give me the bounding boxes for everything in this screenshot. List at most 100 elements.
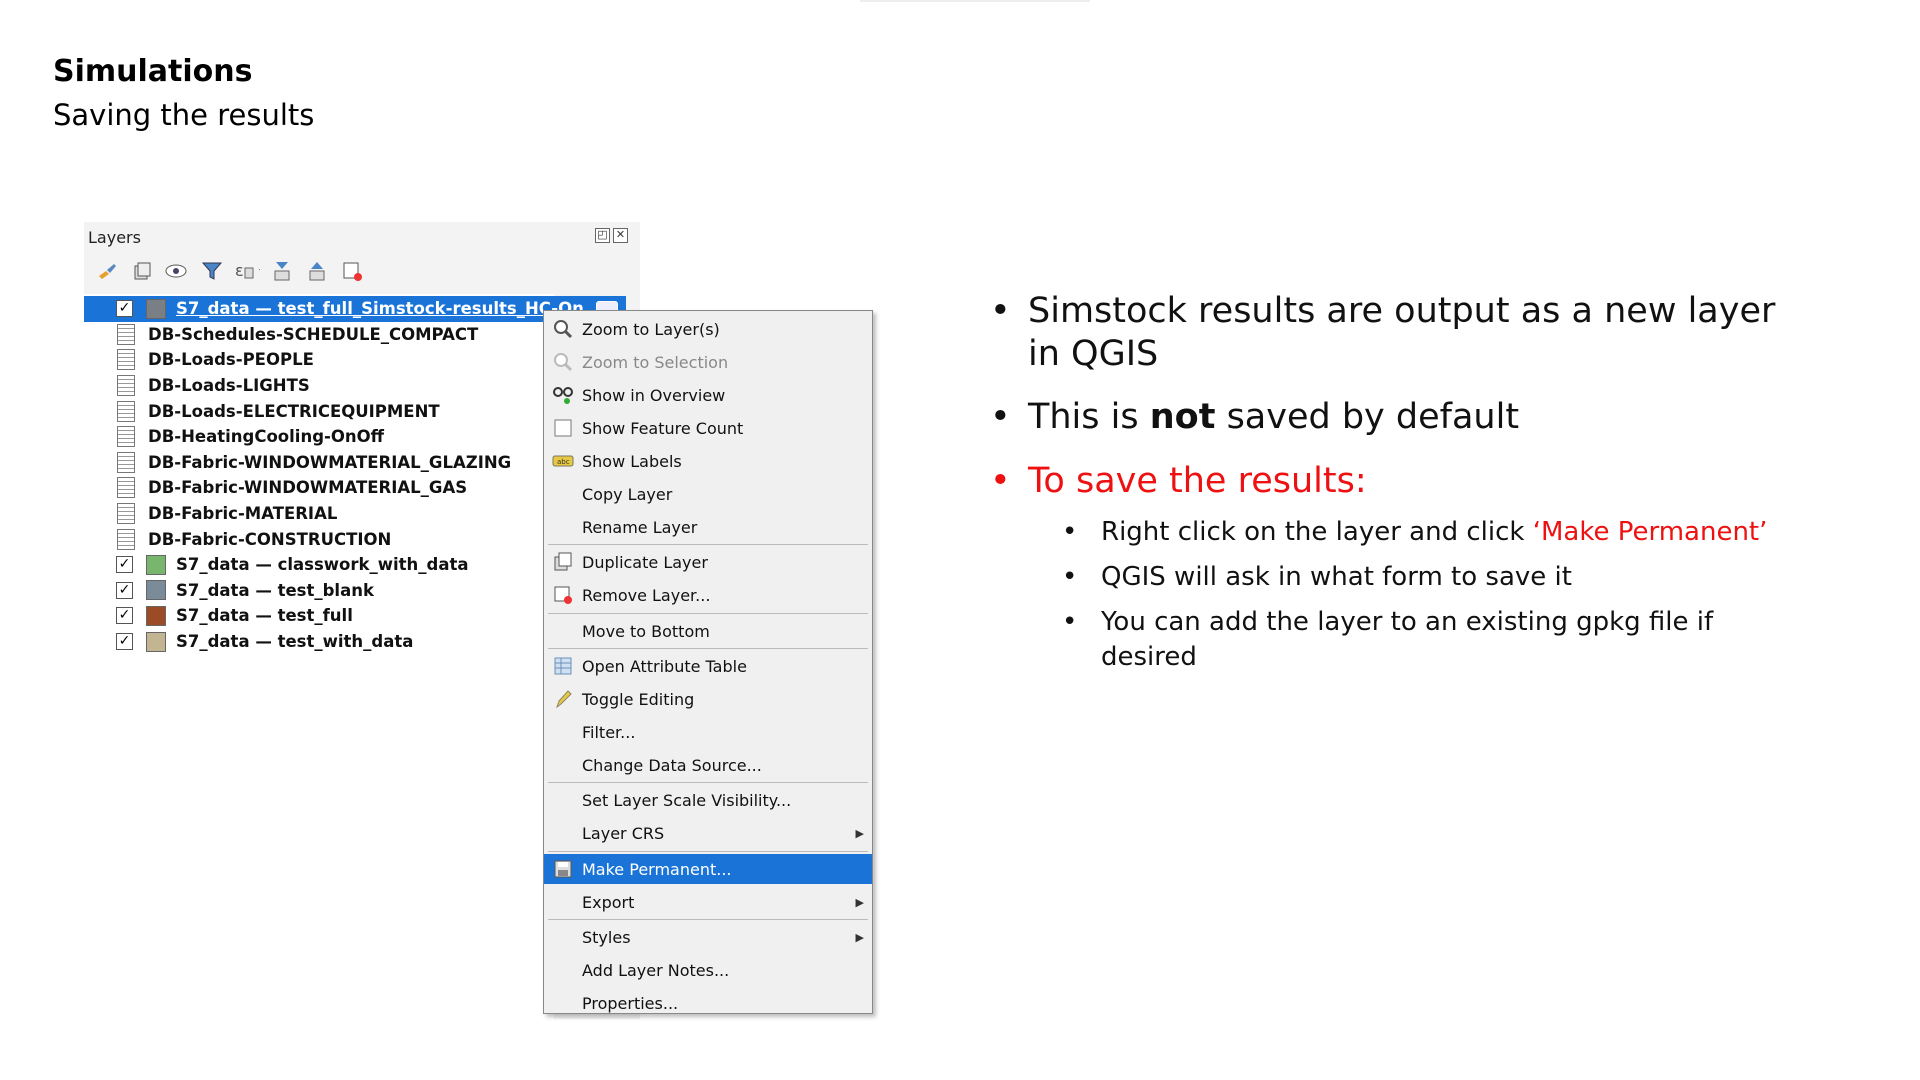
menu-item-filter[interactable]: Filter... [544, 717, 872, 747]
bullet-text-highlight: ‘Make Permanent’ [1532, 517, 1768, 547]
add-group-icon[interactable] [129, 259, 155, 283]
layer-name: DB-Fabric-WINDOWMATERIAL_GLAZING [148, 452, 512, 472]
layer-symbol [146, 605, 166, 626]
layer-name: S7_data — test_full_Simstock-results_HC-… [176, 299, 584, 319]
slide-subtitle: Saving the results [53, 98, 315, 132]
collapse-all-icon[interactable] [304, 259, 330, 283]
layer-name: S7_data — test_full [176, 606, 353, 626]
bullet-dot: • [990, 291, 1011, 331]
save-icon [552, 859, 574, 879]
table-layer-icon [117, 349, 135, 371]
bullet-dot: • [990, 461, 1011, 501]
layer-symbol [146, 631, 166, 652]
submenu-arrow-icon: ▶ [855, 930, 864, 944]
float-panel-icon[interactable]: ◰ [595, 228, 610, 243]
table-layer-icon [117, 503, 135, 525]
menu-item-show-in-overview[interactable]: Show in Overview [544, 380, 872, 410]
table-layer-icon [117, 477, 135, 499]
menu-item-label: Export [582, 892, 635, 912]
pencil-icon [552, 689, 574, 709]
menu-item-change-data-source[interactable]: Change Data Source... [544, 750, 872, 780]
bullet-item: • This is not saved by default [990, 396, 1519, 439]
menu-item-label: Duplicate Layer [582, 552, 708, 572]
menu-item-toggle-editing[interactable]: Toggle Editing [544, 684, 872, 714]
layer-symbol [146, 554, 166, 575]
menu-item-remove-layer[interactable]: Remove Layer... [544, 580, 872, 610]
layer-name: DB-Fabric-WINDOWMATERIAL_GAS [148, 478, 468, 498]
menu-item-label: Zoom to Selection [582, 352, 729, 372]
menu-item-add-layer-notes[interactable]: Add Layer Notes... [544, 955, 872, 985]
bullet-text: You can add the layer to an existing gpk… [1101, 607, 1714, 672]
layer-name: DB-Loads-ELECTRICEQUIPMENT [148, 401, 440, 421]
menu-item-properties[interactable]: Properties... [544, 988, 872, 1018]
menu-item-label: Remove Layer... [582, 585, 711, 605]
panel-controls: ◰ ✕ [595, 228, 628, 243]
layer-name: DB-Loads-PEOPLE [148, 350, 314, 370]
close-panel-icon[interactable]: ✕ [613, 228, 628, 243]
menu-item-zoom-to-selection[interactable]: Zoom to Selection [544, 347, 872, 377]
layer-checkbox[interactable]: ✓ [116, 581, 133, 599]
table-layer-icon [117, 400, 135, 422]
filter-expression-icon[interactable]: ε [234, 259, 260, 283]
menu-item-label: Set Layer Scale Visibility... [582, 790, 792, 810]
menu-item-export[interactable]: Export ▶ [544, 887, 872, 917]
menu-item-layer-crs[interactable]: Layer CRS ▶ [544, 818, 872, 848]
menu-item-styles[interactable]: Styles ▶ [544, 922, 872, 952]
submenu-arrow-icon: ▶ [855, 895, 864, 909]
menu-separator [548, 613, 868, 614]
menu-item-open-attribute-table[interactable]: Open Attribute Table [544, 651, 872, 681]
layer-checkbox[interactable]: ✓ [116, 556, 133, 574]
menu-item-label: Show in Overview [582, 385, 726, 405]
bullet-dot: • [1062, 607, 1078, 637]
menu-item-duplicate-layer[interactable]: Duplicate Layer [544, 547, 872, 577]
menu-separator [548, 919, 868, 920]
menu-item-rename-layer[interactable]: Rename Layer [544, 512, 872, 542]
slide-title: Simulations [53, 54, 253, 89]
layers-panel-title: Layers [88, 228, 141, 247]
layer-name: DB-Fabric-CONSTRUCTION [148, 529, 392, 549]
bullet-dot: • [990, 397, 1011, 437]
sub-bullet-item: • You can add the layer to an existing g… [1062, 605, 1742, 675]
menu-item-label: Show Labels [582, 451, 682, 471]
layer-context-menu: Zoom to Layer(s) Zoom to Selection Show … [543, 310, 873, 1014]
layer-name: DB-Loads-LIGHTS [148, 376, 310, 396]
bullet-text: To save the results: [1028, 461, 1367, 501]
paint-brush-icon[interactable] [94, 259, 120, 283]
table-layer-icon [117, 323, 135, 345]
layer-checkbox[interactable]: ✓ [116, 300, 133, 318]
table-layer-icon [117, 451, 135, 473]
expand-all-icon[interactable] [269, 259, 295, 283]
zoom-selection-icon [552, 352, 574, 372]
svg-text:abc: abc [557, 458, 570, 466]
menu-item-label: Properties... [582, 993, 679, 1013]
layer-checkbox[interactable]: ✓ [116, 633, 133, 651]
menu-item-zoom-to-layer[interactable]: Zoom to Layer(s) [544, 314, 872, 344]
menu-item-label: Change Data Source... [582, 755, 762, 775]
sub-bullet-item: • QGIS will ask in what form to save it [1062, 560, 1572, 595]
menu-item-label: Show Feature Count [582, 418, 744, 438]
remove-layer-icon[interactable] [339, 259, 365, 283]
eye-icon[interactable] [164, 259, 190, 283]
labels-icon: abc [552, 451, 574, 471]
menu-item-label: Add Layer Notes... [582, 960, 730, 980]
layer-checkbox[interactable]: ✓ [116, 607, 133, 625]
layer-symbol [146, 298, 166, 319]
menu-item-scale-visibility[interactable]: Set Layer Scale Visibility... [544, 785, 872, 815]
bullet-text-post: saved by default [1215, 397, 1520, 437]
bullet-dot: • [1062, 517, 1078, 547]
menu-item-show-labels[interactable]: abc Show Labels [544, 446, 872, 476]
bullet-text: QGIS will ask in what form to save it [1101, 562, 1572, 592]
menu-item-copy-layer[interactable]: Copy Layer [544, 479, 872, 509]
bullet-text-bold: not [1149, 397, 1216, 437]
bullet-text: Right click on the layer and click [1101, 517, 1533, 547]
table-layer-icon [117, 426, 135, 448]
layer-name: DB-Fabric-MATERIAL [148, 504, 338, 524]
bullet-item: • Simstock results are output as a new l… [990, 290, 1790, 376]
menu-item-make-permanent[interactable]: Make Permanent... [544, 854, 872, 884]
menu-item-move-to-bottom[interactable]: Move to Bottom [544, 616, 872, 646]
menu-item-show-feature-count[interactable]: Show Feature Count [544, 413, 872, 443]
menu-item-label: Rename Layer [582, 517, 698, 537]
layer-name: S7_data — test_blank [176, 580, 374, 600]
zoom-layer-icon [552, 319, 574, 339]
filter-icon[interactable] [199, 259, 225, 283]
